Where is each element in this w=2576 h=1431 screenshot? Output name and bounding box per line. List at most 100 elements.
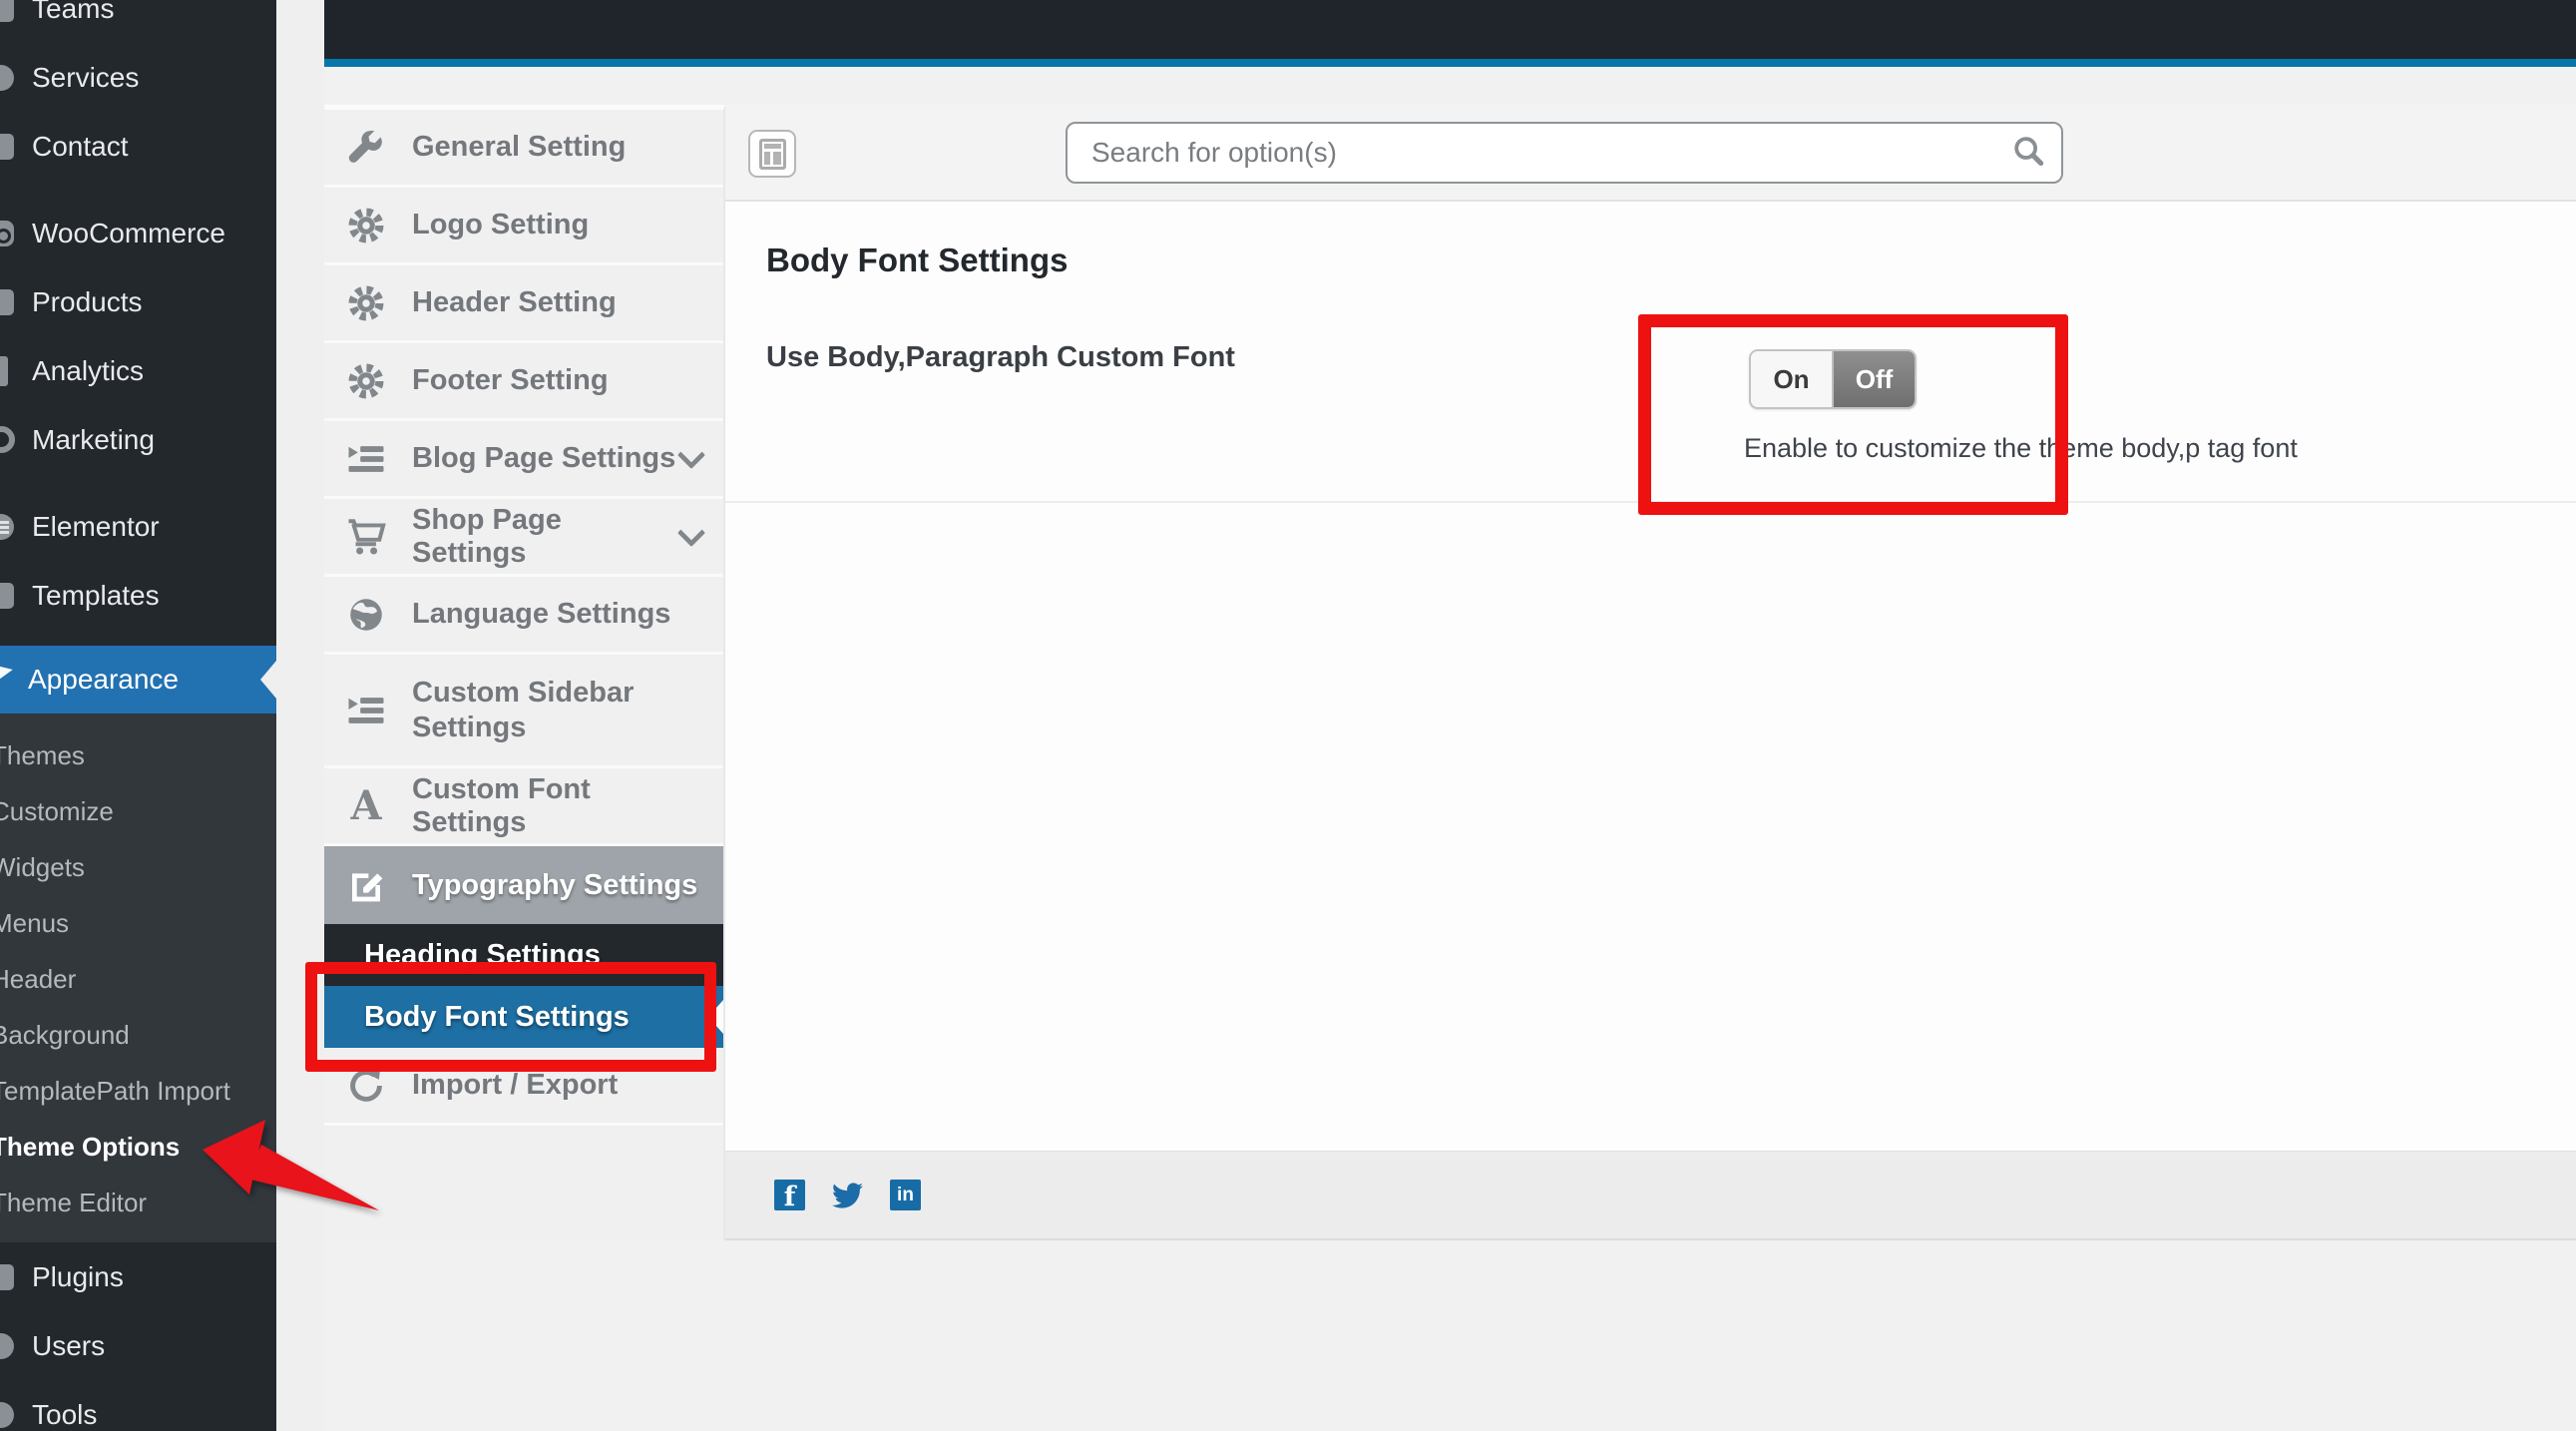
elementor-icon bbox=[0, 514, 16, 540]
sidebar-item-analytics[interactable]: Analytics bbox=[0, 336, 276, 405]
list-icon bbox=[342, 690, 390, 731]
teams-icon bbox=[0, 0, 16, 22]
search-icon bbox=[2009, 133, 2049, 173]
sidebar-item-label: Plugins bbox=[32, 1261, 124, 1293]
gear-icon bbox=[342, 360, 390, 402]
option-label: Use Body,Paragraph Custom Font bbox=[766, 341, 1235, 374]
megaphone-icon bbox=[0, 426, 16, 453]
facebook-icon[interactable]: f bbox=[774, 1180, 805, 1210]
submenu-item-templatepath-import[interactable]: TemplatePath Import bbox=[0, 1063, 276, 1119]
sidebar-item-label: WooCommerce bbox=[32, 218, 225, 249]
bar-chart-icon bbox=[0, 356, 16, 386]
sidebar-item-label: Appearance bbox=[28, 664, 179, 696]
appearance-submenu: Themes Customize Widgets Menus Header Ba… bbox=[0, 714, 276, 1242]
sidebar-item-products[interactable]: Products bbox=[0, 267, 276, 336]
sidebar-item-users[interactable]: Users bbox=[0, 1311, 276, 1380]
sidebar-item-label: Contact bbox=[32, 131, 129, 163]
plug-icon bbox=[0, 1264, 16, 1290]
menu-item-custom-sidebar-settings[interactable]: Custom Sidebar Settings bbox=[324, 655, 723, 768]
sidebar-item-label: Services bbox=[32, 62, 139, 94]
envelope-icon bbox=[0, 134, 16, 160]
list-icon bbox=[342, 438, 390, 480]
linkedin-icon[interactable]: in bbox=[890, 1180, 921, 1210]
page-title: Body Font Settings bbox=[766, 241, 1068, 279]
refresh-icon bbox=[342, 1065, 390, 1107]
sidebar-item-label: Templates bbox=[32, 580, 160, 612]
lock-icon bbox=[0, 65, 16, 91]
chevron-down-icon[interactable] bbox=[677, 440, 705, 468]
layout-toggle-button[interactable] bbox=[748, 130, 796, 178]
menu-item-import-export[interactable]: Import / Export bbox=[324, 1048, 723, 1126]
submenu-item-menus[interactable]: Menus bbox=[0, 895, 276, 951]
sidebar-separator bbox=[0, 181, 276, 199]
person-icon bbox=[0, 1333, 16, 1359]
sidebar-item-teams[interactable]: Teams bbox=[0, 0, 276, 43]
sidebar-item-label: Teams bbox=[32, 0, 114, 25]
brush-icon bbox=[0, 665, 13, 696]
edit-icon bbox=[342, 864, 390, 906]
chevron-down-icon[interactable] bbox=[677, 518, 705, 546]
search-input[interactable] bbox=[1066, 122, 2063, 184]
box-icon bbox=[0, 289, 16, 315]
submenu-item-background[interactable]: Background bbox=[0, 1007, 276, 1063]
submenu-item-theme-options[interactable]: Theme Options bbox=[0, 1119, 276, 1175]
menu-item-general-setting[interactable]: General Setting bbox=[324, 110, 723, 188]
wordpress-admin-page: Teams Services Contact WooCommerce Produ… bbox=[0, 0, 2576, 1431]
sidebar-item-label: Marketing bbox=[32, 424, 155, 456]
sidebar-item-label: Users bbox=[32, 1330, 105, 1362]
sidebar-item-appearance[interactable]: Appearance bbox=[0, 646, 276, 714]
sidebar-separator bbox=[0, 474, 276, 492]
sidebar-separator bbox=[0, 630, 276, 646]
sidebar-item-label: Products bbox=[32, 286, 143, 318]
menu-item-custom-font-settings[interactable]: A Custom Font Settings bbox=[324, 768, 723, 846]
sidebar-item-services[interactable]: Services bbox=[0, 43, 276, 112]
layout-icon bbox=[759, 139, 786, 170]
menu-item-blog-page-settings[interactable]: Blog Page Settings bbox=[324, 421, 723, 499]
helper-text: Enable to customize the theme body,p tag… bbox=[1744, 433, 2298, 464]
top-bar-accent bbox=[324, 59, 2576, 67]
toggle-on-button[interactable]: On bbox=[1751, 351, 1834, 407]
sidebar-item-elementor[interactable]: Elementor bbox=[0, 492, 276, 561]
sidebar-item-tools[interactable]: Tools bbox=[0, 1380, 276, 1431]
sidebar-item-plugins[interactable]: Plugins bbox=[0, 1242, 276, 1311]
submenu-item-theme-editor[interactable]: Theme Editor bbox=[0, 1175, 276, 1230]
cart-icon bbox=[342, 516, 390, 558]
submenu-item-widgets[interactable]: Widgets bbox=[0, 839, 276, 895]
twitter-icon[interactable] bbox=[832, 1180, 863, 1210]
submenu-item-header[interactable]: Header bbox=[0, 951, 276, 1007]
gear-icon bbox=[342, 205, 390, 246]
sidebar-item-woocommerce[interactable]: WooCommerce bbox=[0, 199, 276, 267]
row-separator bbox=[725, 501, 2576, 503]
theme-options-menu: General Setting Logo Setting Header Sett… bbox=[324, 105, 725, 1240]
sidebar-item-templates[interactable]: Templates bbox=[0, 561, 276, 630]
main-content: Body Font Settings Use Body,Paragraph Cu… bbox=[725, 105, 2576, 1240]
menu-item-logo-setting[interactable]: Logo Setting bbox=[324, 188, 723, 265]
sidebar-item-marketing[interactable]: Marketing bbox=[0, 405, 276, 474]
wrench-icon bbox=[0, 1402, 16, 1428]
menu-item-header-setting[interactable]: Header Setting bbox=[324, 265, 723, 343]
admin-sidebar: Teams Services Contact WooCommerce Produ… bbox=[0, 0, 276, 1431]
menu-item-language-settings[interactable]: Language Settings bbox=[324, 577, 723, 655]
on-off-toggle: On Off bbox=[1749, 349, 1917, 409]
sidebar-item-contact[interactable]: Contact bbox=[0, 112, 276, 181]
menu-item-footer-setting[interactable]: Footer Setting bbox=[324, 343, 723, 421]
sidebar-gap bbox=[276, 0, 324, 1431]
submenu-item-customize[interactable]: Customize bbox=[0, 783, 276, 839]
sidebar-item-label: Analytics bbox=[32, 355, 144, 387]
menu-item-shop-page-settings[interactable]: Shop Page Settings bbox=[324, 499, 723, 577]
globe-icon bbox=[342, 594, 390, 636]
submenu-item-body-font-settings[interactable]: Body Font Settings bbox=[324, 986, 723, 1048]
menu-item-typography-settings[interactable]: Typography Settings bbox=[324, 846, 723, 924]
letter-a-icon: A bbox=[342, 786, 390, 826]
templates-icon bbox=[0, 583, 16, 609]
menu-filler bbox=[324, 1126, 723, 1240]
sidebar-item-label: Elementor bbox=[32, 511, 160, 543]
submenu-item-heading-settings[interactable]: Heading Settings bbox=[324, 924, 723, 986]
submenu-item-themes[interactable]: Themes bbox=[0, 727, 276, 783]
content-footer: f in bbox=[725, 1151, 2576, 1240]
woocommerce-icon bbox=[0, 221, 16, 246]
top-bar bbox=[324, 0, 2576, 59]
toggle-off-button[interactable]: Off bbox=[1834, 351, 1915, 407]
content-body: Body Font Settings Use Body,Paragraph Cu… bbox=[725, 202, 2576, 1151]
content-header bbox=[725, 105, 2576, 202]
